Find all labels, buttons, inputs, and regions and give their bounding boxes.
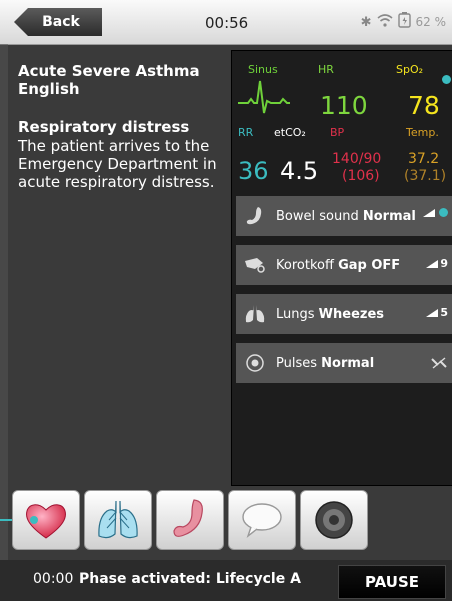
tab-bowel[interactable] <box>156 490 224 550</box>
footer-time: 00:00 <box>33 571 74 587</box>
vital-signs-monitor: Sinus HR SpO₂ 110 78 RR etCO₂ BP Temp. 3… <box>231 50 452 486</box>
temp-value: 37.2 <box>408 151 440 167</box>
hr-label: HR <box>318 63 334 76</box>
stomach-icon <box>173 499 203 537</box>
bp-label: BP <box>330 126 345 139</box>
spo2-value: 78 <box>408 91 440 120</box>
lungs-icon <box>98 500 138 539</box>
volume-indicator[interactable]: 5 <box>426 306 448 319</box>
korotkoff-value: Gap OFF <box>338 257 401 273</box>
volume-icon <box>426 259 439 268</box>
stomach-icon <box>242 205 268 227</box>
top-bar: Back 00:56 ✱ 62 % <box>0 0 452 45</box>
speaker-icon <box>315 501 353 539</box>
tab-lungs[interactable] <box>84 490 152 550</box>
rhythm-label: Sinus <box>248 63 278 76</box>
ecg-waveform-icon <box>238 80 290 114</box>
pulses-value: Normal <box>321 355 375 371</box>
connector-dot <box>30 516 38 524</box>
temp-secondary: (37.1) <box>404 168 447 184</box>
elapsed-time: 00:56 <box>205 14 249 32</box>
bp-cuff-icon <box>242 254 268 276</box>
lungs-value: Wheezes <box>318 306 385 322</box>
rr-label: RR <box>238 126 254 139</box>
hr-value: 110 <box>320 91 368 120</box>
korotkoff-label: Korotkoff <box>276 257 334 273</box>
temp-label: Temp. <box>406 126 439 139</box>
tab-heart[interactable] <box>12 490 80 550</box>
bowel-sound-value: Normal <box>362 208 416 224</box>
connector-dot <box>439 208 448 217</box>
lungs-label: Lungs <box>276 306 315 322</box>
monitor-connector-dot <box>442 75 451 84</box>
disconnected-icon[interactable] <box>430 355 448 371</box>
pause-button[interactable]: PAUSE <box>338 565 446 599</box>
volume-indicator[interactable]: 9 <box>426 257 448 270</box>
back-button-label: Back <box>42 14 80 30</box>
tab-sound[interactable] <box>300 490 368 550</box>
etco2-value: 4.5 <box>280 157 319 185</box>
volume-level: 9 <box>440 257 448 270</box>
status-icons: ✱ 62 % <box>361 12 446 32</box>
speech-bubble-icon <box>242 503 282 538</box>
back-button[interactable]: Back <box>14 8 102 36</box>
battery-percentage: 62 % <box>415 15 447 29</box>
bp-mean: (106) <box>342 168 380 184</box>
wifi-icon <box>376 13 393 31</box>
bp-value: 140/90 <box>332 151 382 167</box>
phase-status: Phase activated: Lifecycle A <box>79 571 301 587</box>
pulse-icon <box>242 352 268 374</box>
phase-description: The patient arrives to the Emergency Dep… <box>18 137 217 191</box>
volume-icon <box>426 308 439 317</box>
bluetooth-icon: ✱ <box>360 14 372 30</box>
spo2-label: SpO₂ <box>396 63 424 76</box>
left-edge <box>0 44 8 560</box>
module-tab-bar <box>12 490 368 552</box>
volume-indicator[interactable] <box>423 208 448 217</box>
case-title: Acute Severe Asthma <box>18 62 200 80</box>
footer-bar: 00:00 Phase activated: Lifecycle A PAUSE <box>0 560 452 601</box>
pulses-label: Pulses <box>276 355 318 371</box>
tab-speech[interactable] <box>228 490 296 550</box>
pulses-control[interactable]: Pulses Normal <box>236 343 452 383</box>
case-language: English <box>18 80 80 98</box>
phase-title: Respiratory distress <box>18 118 190 136</box>
bowel-sound-control[interactable]: Bowel sound Normal <box>236 196 452 236</box>
lungs-icon <box>242 303 268 325</box>
bowel-sound-label: Bowel sound <box>276 208 359 224</box>
etco2-label: etCO₂ <box>274 126 306 139</box>
volume-level: 5 <box>440 306 448 319</box>
korotkoff-control[interactable]: Korotkoff Gap OFF 9 <box>236 245 452 285</box>
battery-icon <box>397 12 411 32</box>
volume-icon <box>423 208 435 217</box>
lungs-control[interactable]: Lungs Wheezes 5 <box>236 294 452 334</box>
rr-value: 36 <box>238 157 269 185</box>
pause-button-label: PAUSE <box>365 573 419 591</box>
